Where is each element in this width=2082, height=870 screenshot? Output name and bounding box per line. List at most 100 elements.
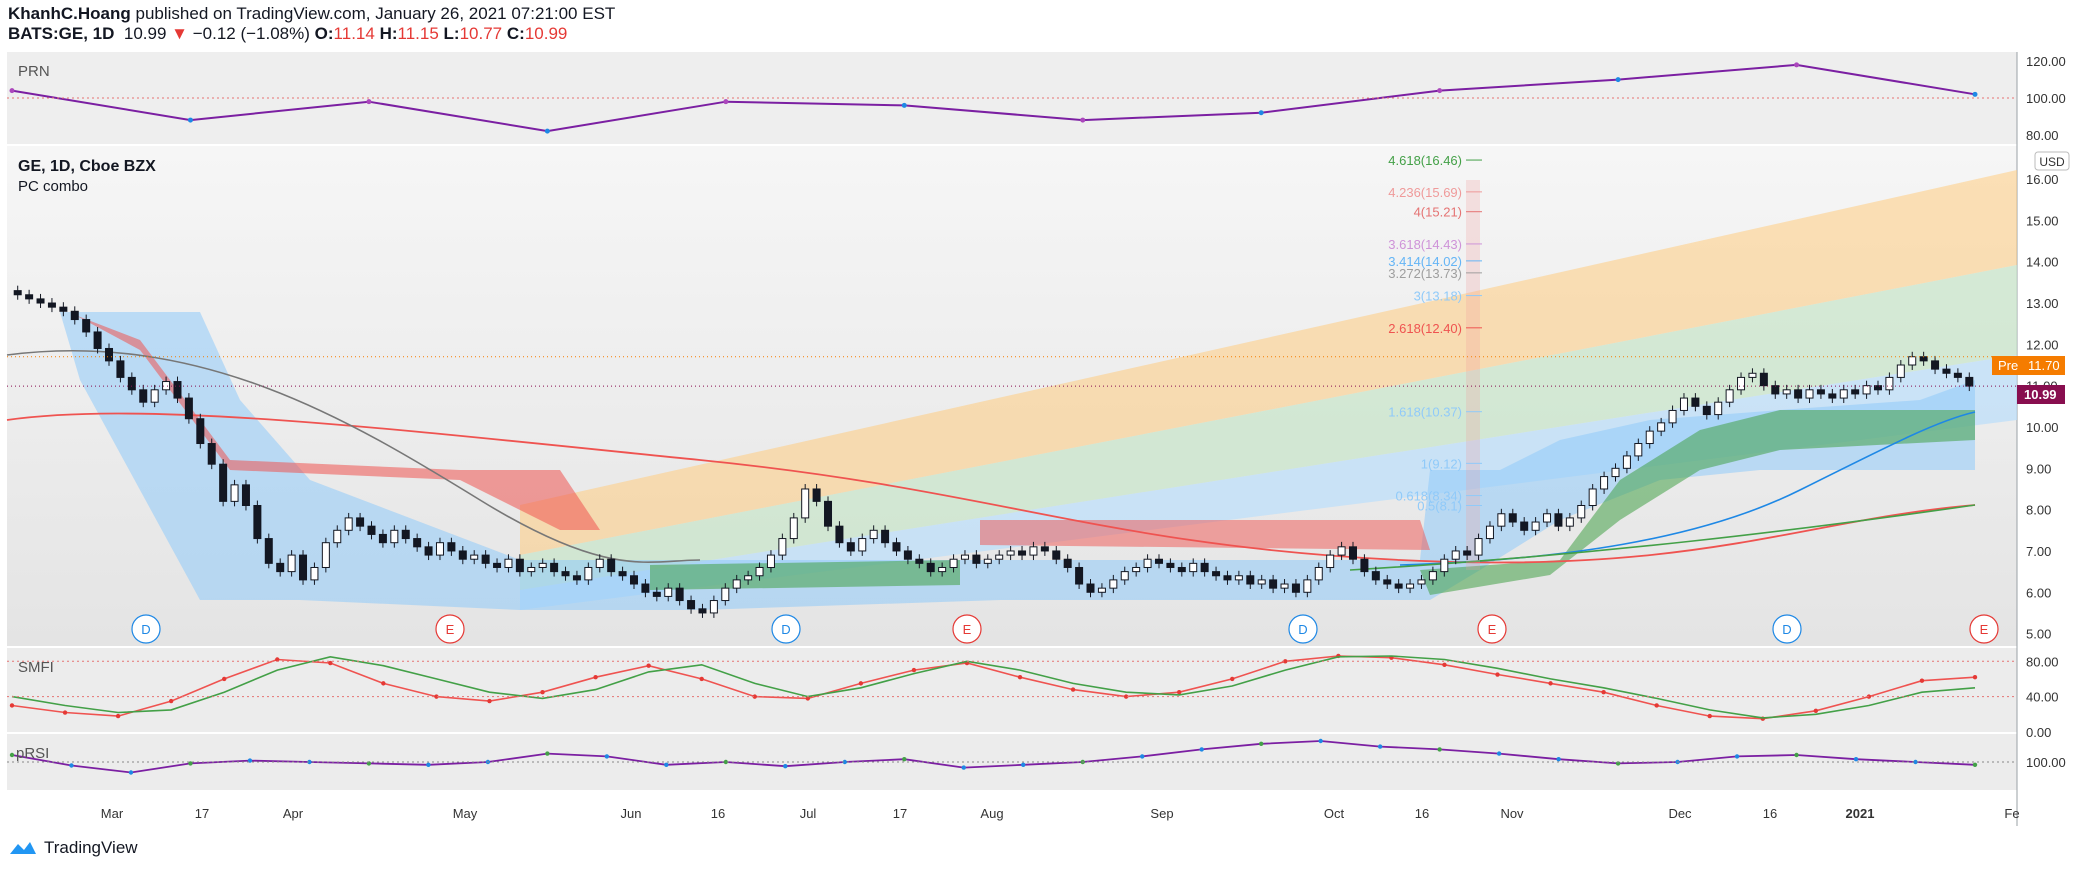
candle-body [1497, 513, 1506, 527]
candle-body [1269, 579, 1278, 589]
smfi-point [1176, 690, 1182, 695]
candle-body [1520, 521, 1529, 531]
prsi-point [69, 763, 74, 768]
main-y-tick: 6.00 [2026, 585, 2051, 600]
event-marker-label: E [446, 622, 455, 637]
smfi-point [1919, 678, 1925, 683]
candle-body [127, 376, 136, 391]
fib-level-label: 3(13.18) [1414, 289, 1462, 304]
candle-body [766, 554, 775, 568]
prn-y-tick: 120.00 [2026, 54, 2066, 69]
candle-body [1839, 389, 1848, 399]
candle-body [1314, 566, 1323, 581]
x-tick-label: Mar [101, 806, 124, 821]
candle-body [36, 298, 45, 304]
fib-level-label: 0.5(8.1) [1417, 499, 1462, 514]
main-y-tick: 12.00 [2026, 337, 2059, 352]
x-tick-label: 16 [1415, 806, 1429, 821]
prsi-point [545, 751, 550, 756]
main-title: GE, 1D, Cboe BZX [18, 158, 156, 175]
smfi-point [115, 713, 121, 719]
candle-body [1052, 550, 1061, 560]
candle-body [435, 542, 444, 556]
candle-body [1679, 397, 1688, 411]
candle-body [1383, 579, 1392, 585]
smfi-point [9, 703, 15, 708]
candle-body [1417, 579, 1426, 585]
candle-body [824, 500, 833, 527]
smfi-point [1654, 703, 1659, 708]
candle-body [1748, 372, 1757, 378]
smfi-point [911, 667, 917, 673]
prn-point [366, 99, 372, 105]
candle-body [139, 389, 148, 403]
last-price-tag-label: 10.99 [2024, 387, 2057, 402]
prn-point [901, 102, 907, 108]
candle-body [1303, 579, 1312, 593]
smfi-point [62, 710, 68, 715]
chart-canvas[interactable]: D E D E D E D E 4.618(16.46) 4.236(15.69) 4(15.21… [0, 0, 2082, 870]
main-y-tick: 9.00 [2026, 461, 2051, 476]
smfi-point [381, 681, 386, 686]
event-marker-label: D [1298, 622, 1307, 637]
x-tick-label: Nov [1500, 806, 1524, 821]
candle-body [881, 529, 890, 544]
prn-point [723, 99, 729, 105]
prsi-point [1199, 747, 1204, 752]
smfi-point [699, 676, 704, 682]
candle-body [1805, 389, 1814, 399]
smfi-point [222, 676, 227, 682]
x-tick-label: May [453, 806, 478, 821]
candle-body [1451, 550, 1460, 560]
candle-body [1725, 389, 1734, 403]
x-tick-label: Jul [800, 806, 817, 821]
prsi-point [1972, 762, 1978, 767]
smfi-point [1495, 672, 1500, 677]
candle-body [310, 566, 319, 581]
candle-body [1702, 405, 1711, 416]
time-axis[interactable] [7, 790, 2017, 826]
candle-body [652, 591, 661, 597]
smfi-y-tick: 0.00 [2026, 725, 2051, 740]
candle-body [230, 484, 239, 502]
prsi-point [1853, 757, 1859, 762]
candle-body [789, 517, 798, 540]
candle-body [812, 488, 821, 502]
candle-body [1474, 538, 1483, 556]
candle-body [1097, 587, 1106, 593]
candle-body [1611, 467, 1620, 478]
x-tick-label: Sep [1150, 806, 1173, 821]
candle-body [1737, 376, 1746, 391]
prsi-point [1794, 752, 1799, 758]
candle-body [458, 550, 467, 560]
candle-body [801, 488, 810, 519]
event-marker-label: E [1980, 622, 1989, 637]
smfi-pane[interactable] [7, 648, 2017, 732]
candle-body [618, 571, 627, 577]
candle-body [1109, 579, 1118, 589]
prsi-point [783, 764, 788, 769]
main-y-tick: 10.00 [2026, 420, 2059, 435]
candle-body [926, 562, 935, 573]
tradingview-brand[interactable]: TradingView [8, 838, 138, 858]
candle-body [687, 600, 696, 610]
candle-body [1668, 409, 1677, 424]
candle-body [1120, 571, 1129, 581]
candle-body [196, 418, 205, 445]
prsi-point [961, 765, 966, 770]
candle-body [698, 608, 707, 614]
x-tick-label: 17 [195, 806, 209, 821]
x-tick-label: 16 [1763, 806, 1777, 821]
candle-body [1794, 389, 1803, 399]
candle-body [173, 381, 182, 399]
candle-body [276, 562, 285, 573]
candle-body [1212, 571, 1221, 577]
main-y-tick: 14.00 [2026, 255, 2059, 270]
candle-body [1485, 525, 1494, 540]
candle-body [207, 443, 216, 465]
main-subtitle: PC combo [18, 178, 88, 195]
candle-body [744, 575, 753, 581]
x-tick-label: 16 [711, 806, 725, 821]
smfi-y-tick: 40.00 [2026, 690, 2059, 705]
prsi-point [1258, 741, 1264, 746]
